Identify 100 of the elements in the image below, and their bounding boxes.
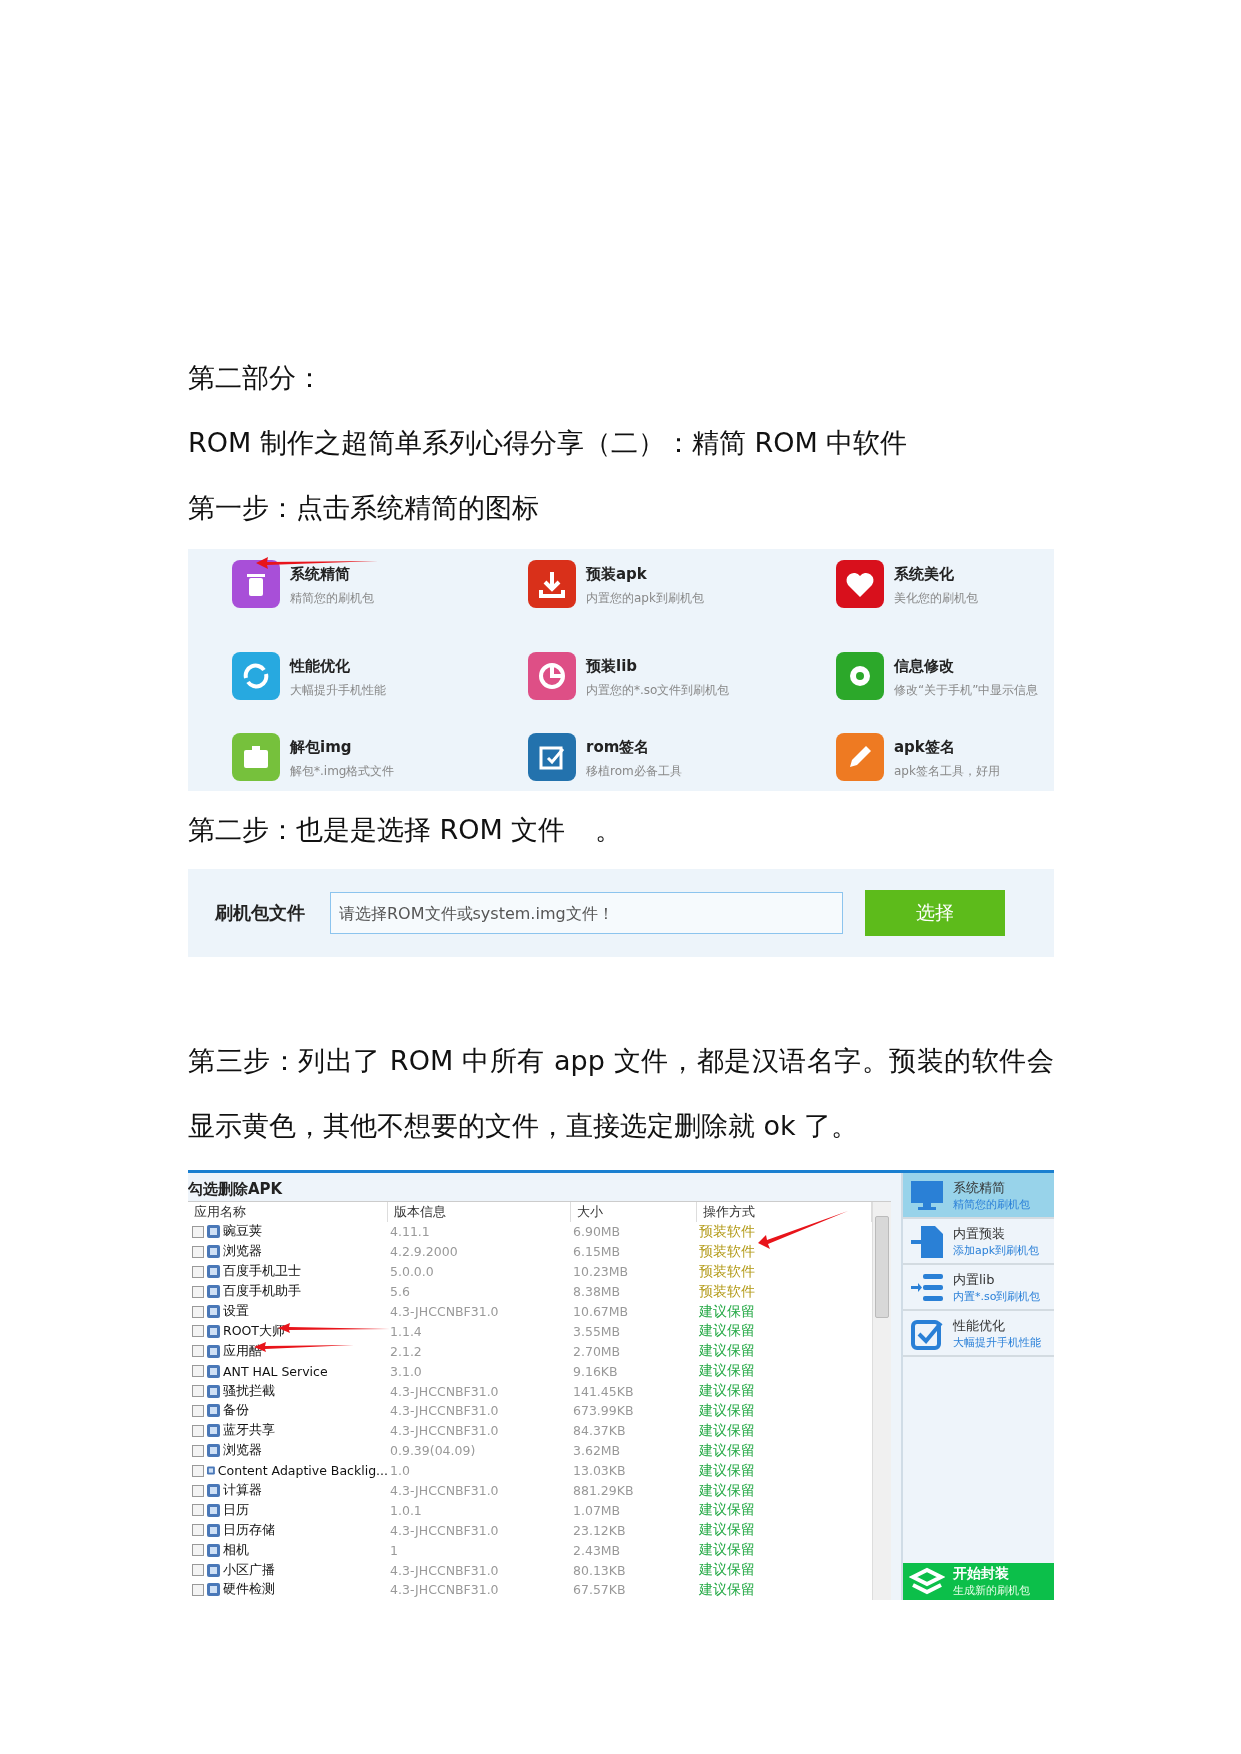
size-cell-text: 6.90MB [572, 1224, 622, 1240]
version-cell-text: 4.3-JHCCNBF31.0 [389, 1403, 500, 1419]
action-cell-text: 建议保留 [698, 1580, 756, 1599]
size-cell-text: 10.67MB [572, 1304, 630, 1319]
checkbox[interactable] [192, 1504, 204, 1517]
version-cell-text: 4.3-JHCCNBF31.0 [389, 1582, 500, 1598]
version-cell-text: 4.3-JHCCNBF31.0 [389, 1304, 500, 1319]
version-cell-text: 4.3-JHCCNBF31.0 [389, 1483, 500, 1498]
import-icon [909, 1224, 945, 1258]
size-cell-text: 67.57KB [572, 1582, 627, 1598]
action-cell-text: 建议保留 [698, 1362, 756, 1381]
checkbox[interactable] [192, 1524, 204, 1537]
edit-icon[interactable] [528, 733, 576, 781]
size-cell-text: 673.99KB [572, 1403, 635, 1419]
version-cell-text: 5.6 [389, 1284, 411, 1300]
app-icon [207, 1484, 220, 1497]
app-name: 百度手机助手 [223, 1283, 301, 1301]
app-name: 浏览器 [223, 1243, 262, 1261]
sidebar-item[interactable]: 系统精简 精简您的刷机包 [903, 1173, 1054, 1219]
size-cell-text: 23.12KB [572, 1522, 627, 1538]
start-title: 开始封装 [953, 1565, 1010, 1583]
sidebar-subtitle: 添加apk到刷机包 [953, 1242, 1040, 1258]
scrollbar[interactable] [872, 1202, 891, 1600]
case-icon[interactable] [232, 733, 280, 781]
tool-subtitle: 美化您的刷机包 [894, 590, 978, 607]
app-name: 设置 [223, 1303, 249, 1320]
app-icon [207, 1344, 220, 1358]
checkbox[interactable] [192, 1404, 204, 1417]
checkbox[interactable] [192, 1245, 204, 1258]
action-cell-text: 建议保留 [698, 1501, 756, 1520]
app-name: 硬件检测 [223, 1581, 275, 1599]
sidebar-title: 内置预装 [953, 1224, 1006, 1243]
article-title: ROM 制作之超简单系列心得分享（二）：精简 ROM 中软件 [188, 426, 909, 460]
app-icon [207, 1563, 220, 1577]
refresh-icon[interactable] [232, 652, 280, 700]
app-icon [207, 1225, 220, 1239]
column-header[interactable]: 应用名称 [188, 1202, 388, 1222]
pencil-icon[interactable] [836, 733, 884, 781]
checkbox[interactable] [192, 1424, 204, 1437]
size-cell-text: 84.37KB [572, 1423, 627, 1439]
app-icon [207, 1444, 220, 1458]
action-cell-text: 建议保留 [698, 1441, 756, 1460]
column-header[interactable]: 版本信息 [388, 1202, 571, 1222]
app-name: 计算器 [223, 1482, 262, 1499]
checkbox[interactable] [192, 1305, 204, 1318]
checkbox[interactable] [192, 1345, 204, 1358]
app-icon [207, 1364, 220, 1378]
checkbox[interactable] [192, 1385, 204, 1398]
checkbox[interactable] [192, 1484, 204, 1497]
size-cell-text: 2.70MB [572, 1343, 622, 1359]
tool-subtitle: apk签名工具，好用 [894, 763, 1000, 780]
tool-subtitle: 大幅提升手机性能 [290, 682, 386, 699]
checkbox[interactable] [192, 1583, 204, 1596]
checkbox[interactable] [192, 1564, 204, 1577]
file-path-field[interactable]: 请选择ROM文件或system.img文件！ [330, 892, 843, 934]
column-header[interactable]: 大小 [571, 1202, 697, 1222]
app-name: 日历存储 [223, 1521, 275, 1539]
app-name: 小区广播 [223, 1561, 275, 1579]
trash-icon[interactable] [232, 560, 280, 608]
version-cell-text: 4.3-JHCCNBF31.0 [389, 1522, 500, 1538]
version-cell-text: 4.3-JHCCNBF31.0 [389, 1562, 500, 1578]
size-cell-text: 881.29KB [572, 1483, 635, 1498]
action-cell-text: 预装软件 [698, 1222, 756, 1241]
checkbox[interactable] [192, 1285, 204, 1298]
size-cell-text: 9.16KB [572, 1363, 619, 1379]
tool-subtitle: 精简您的刷机包 [290, 590, 374, 607]
sidebar-subtitle: 精简您的刷机包 [953, 1196, 1030, 1212]
sidebar-title: 性能优化 [953, 1316, 1006, 1335]
app-name: 百度手机卫士 [223, 1263, 301, 1281]
tool-subtitle: 解包*.img格式文件 [290, 763, 395, 780]
checkbox[interactable] [192, 1464, 204, 1477]
app-name: 日历 [223, 1501, 249, 1519]
version-cell-text: 5.0.0.0 [389, 1264, 435, 1280]
version-cell-text: 4.3-JHCCNBF31.0 [389, 1383, 500, 1399]
size-cell-text: 13.03KB [572, 1463, 627, 1479]
download-icon[interactable] [528, 560, 576, 608]
checkbox[interactable] [192, 1444, 204, 1457]
size-cell-text: 2.43MB [572, 1542, 622, 1558]
period-mark: 。 [595, 813, 623, 847]
pie-icon[interactable] [528, 652, 576, 700]
app-name: 骚扰拦截 [223, 1382, 275, 1400]
version-cell-text: 4.2.9.2000 [389, 1244, 459, 1260]
version-cell-text: 2.1.2 [389, 1343, 423, 1359]
app-icon [207, 1424, 220, 1438]
version-cell-text: 4.11.1 [389, 1224, 431, 1240]
size-cell-text: 10.23MB [572, 1264, 630, 1280]
size-cell-text: 3.62MB [572, 1443, 622, 1459]
app-name: 相机 [223, 1541, 249, 1559]
version-cell-text: 1.0 [389, 1463, 411, 1479]
checkbox[interactable] [192, 1365, 204, 1378]
action-cell-text: 建议保留 [698, 1461, 756, 1480]
size-cell-text: 1.07MB [572, 1502, 622, 1518]
checkbox[interactable] [192, 1325, 204, 1338]
checkbox[interactable] [192, 1265, 204, 1278]
action-cell-text: 预装软件 [698, 1282, 756, 1301]
layers-icon [909, 1566, 945, 1597]
tool-title: rom签名 [586, 738, 651, 757]
checkbox[interactable] [192, 1225, 204, 1238]
checkbox[interactable] [192, 1544, 204, 1557]
app-icon [207, 1583, 220, 1597]
